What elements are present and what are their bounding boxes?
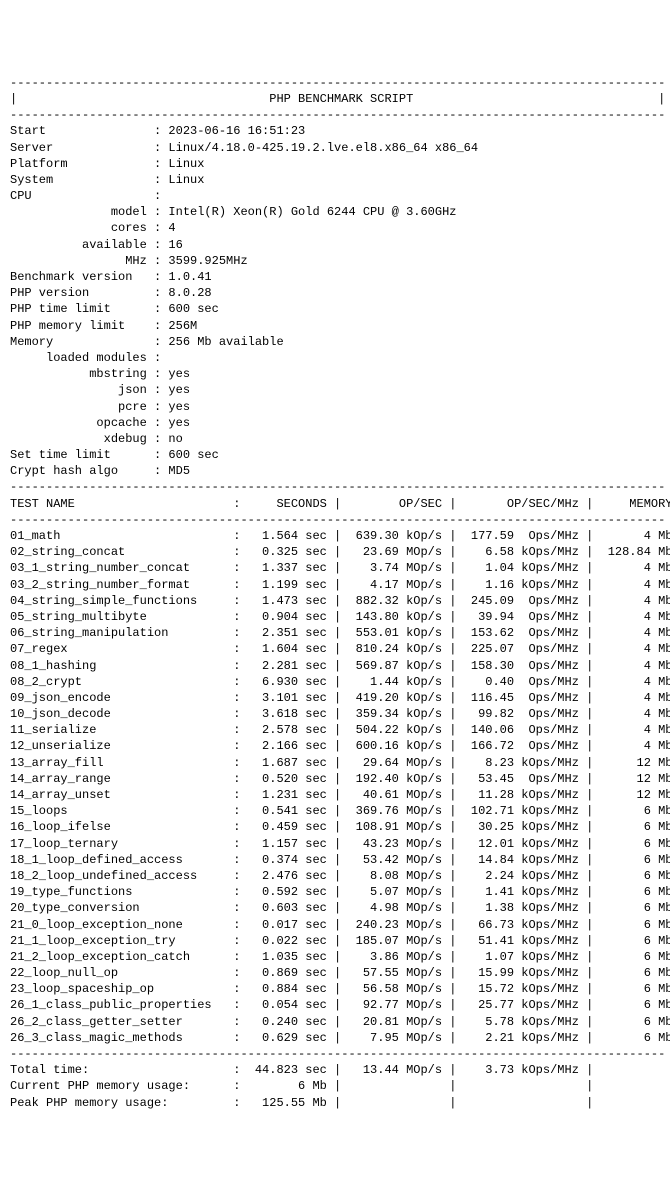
benchmark-output: ----------------------------------------… <box>10 75 660 1111</box>
